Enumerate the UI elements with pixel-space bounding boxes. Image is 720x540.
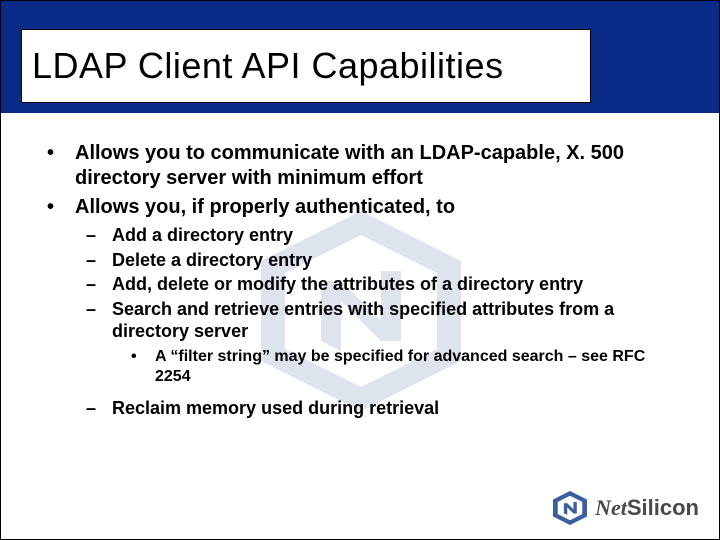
- sub-bullet-item: – Add, delete or modify the attributes o…: [86, 273, 679, 296]
- title-box: LDAP Client API Capabilities: [21, 29, 591, 103]
- bullet-dash-icon: –: [86, 298, 112, 343]
- bullet-text: Add a directory entry: [112, 224, 293, 247]
- bullet-dot-icon: •: [131, 347, 155, 387]
- bullet-text: Add, delete or modify the attributes of …: [112, 273, 583, 296]
- bullet-text: Allows you to communicate with an LDAP-c…: [75, 141, 679, 191]
- body-content: • Allows you to communicate with an LDAP…: [41, 141, 679, 421]
- netsilicon-logo-icon: [551, 491, 589, 525]
- slide: LDAP Client API Capabilities • Allows yo…: [0, 0, 720, 540]
- bullet-item: • Allows you, if properly authenticated,…: [41, 195, 679, 220]
- bullet-dash-icon: –: [86, 397, 112, 420]
- brand-wordmark: NetSilicon: [595, 495, 699, 521]
- sub-bullet-item: – Add a directory entry: [86, 224, 679, 247]
- footer-logo: NetSilicon: [551, 491, 699, 525]
- bullet-dot-icon: •: [41, 195, 75, 220]
- bullet-text: Allows you, if properly authenticated, t…: [75, 195, 455, 220]
- sub-sub-bullet-item: • A “filter string” may be specified for…: [131, 347, 679, 387]
- brand-net: Net: [595, 495, 627, 520]
- bullet-text: A “filter string” may be specified for a…: [155, 347, 679, 387]
- bullet-dot-icon: •: [41, 141, 75, 191]
- bullet-dash-icon: –: [86, 249, 112, 272]
- sub-bullet-item: – Reclaim memory used during retrieval: [86, 397, 679, 420]
- brand-silicon: Silicon: [627, 495, 699, 520]
- bullet-text: Search and retrieve entries with specifi…: [112, 298, 679, 343]
- bullet-dash-icon: –: [86, 273, 112, 296]
- sub-bullet-item: – Search and retrieve entries with speci…: [86, 298, 679, 343]
- sub-bullet-item: – Delete a directory entry: [86, 249, 679, 272]
- bullet-text: Reclaim memory used during retrieval: [112, 397, 439, 420]
- slide-title: LDAP Client API Capabilities: [32, 45, 504, 87]
- bullet-item: • Allows you to communicate with an LDAP…: [41, 141, 679, 191]
- bullet-text: Delete a directory entry: [112, 249, 312, 272]
- bullet-dash-icon: –: [86, 224, 112, 247]
